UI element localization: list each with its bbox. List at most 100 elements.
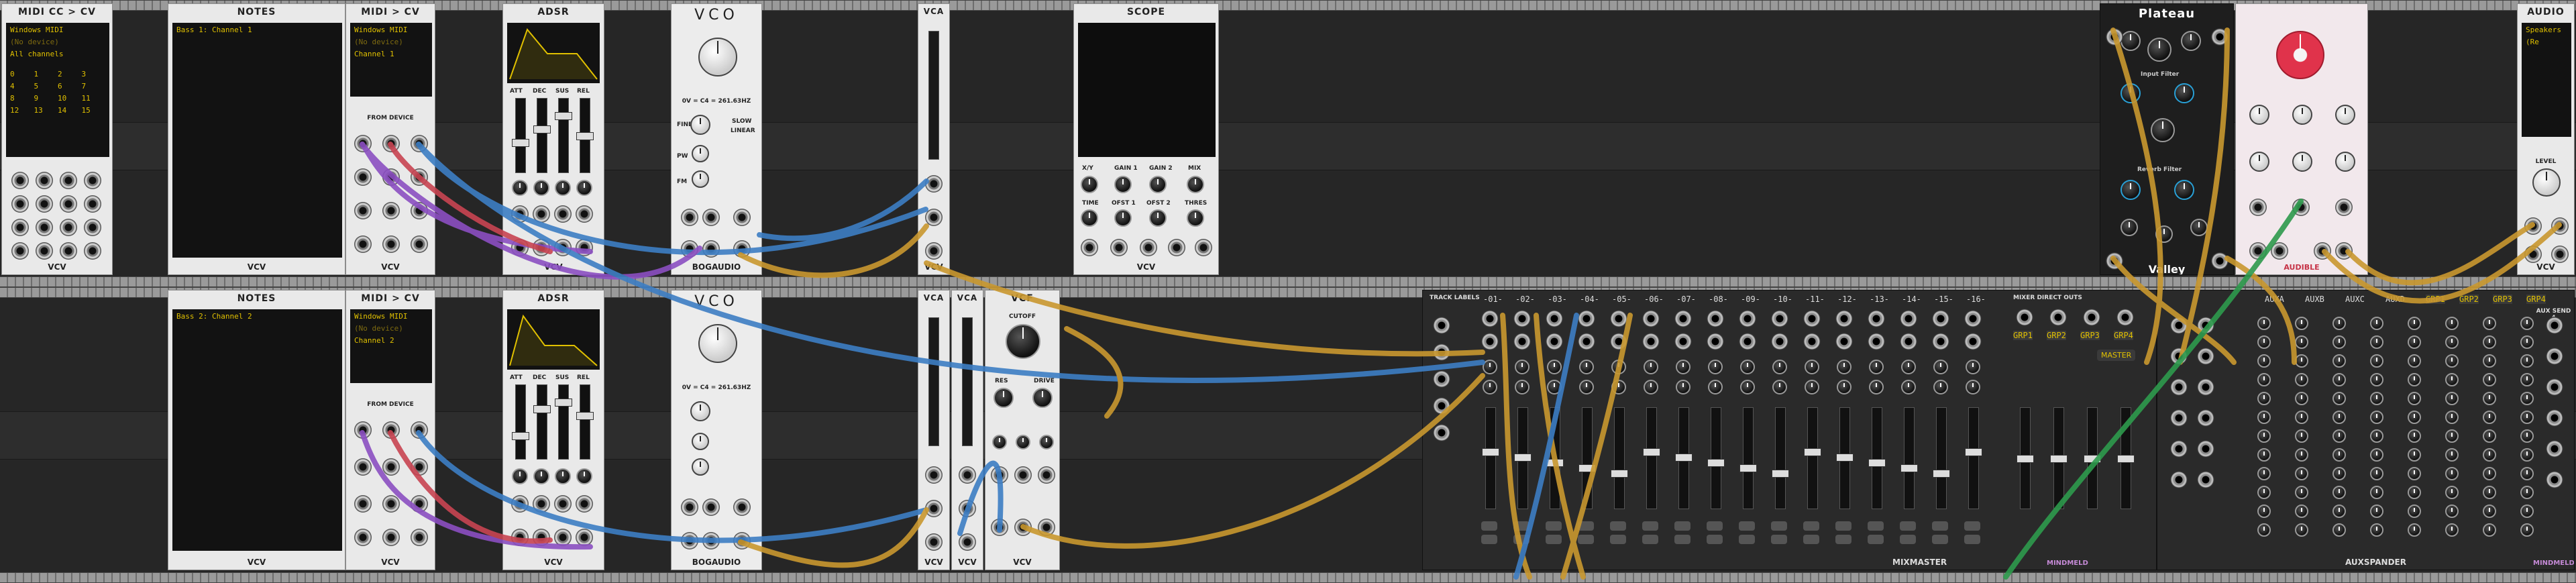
mute-button[interactable] [1964,521,1980,531]
diffuse-knob[interactable] [2151,118,2175,142]
device-label[interactable]: (No device) [354,36,428,48]
aux-send-knob[interactable] [2445,411,2459,424]
aux-send-knob[interactable] [2295,392,2308,405]
aux-send-knob[interactable] [2408,411,2421,424]
track-left-input-jack[interactable] [1771,310,1788,327]
group-fader[interactable] [2117,407,2135,509]
aux-send-knob[interactable] [2332,467,2346,480]
track-fader[interactable] [1578,407,1596,509]
drive-cv-jack[interactable] [1038,466,1055,484]
aux-send-knob[interactable] [2257,523,2271,537]
channel-label[interactable]: Channel 2 [354,335,428,347]
aux-send-knob[interactable] [2408,373,2421,386]
cc-output-jack[interactable] [36,219,53,236]
aftertouch-output-jack[interactable] [354,458,372,476]
group-output-jack[interactable] [2049,309,2067,326]
aux-send-knob[interactable] [2520,392,2534,405]
mute-button[interactable] [1932,521,1948,531]
attack-slider[interactable] [512,98,529,173]
solo-button[interactable] [1900,535,1916,544]
aux-send-knob[interactable] [2520,354,2534,368]
sustain-slider[interactable] [555,98,572,173]
input-jack[interactable] [2249,242,2267,260]
aux-send-knob[interactable] [2370,505,2383,518]
vcf-module[interactable]: VCF CUTOFF RES DRIVE VCV [985,290,1060,570]
aux-send-knob[interactable] [2408,523,2421,537]
attack-cv-jack[interactable] [511,205,529,223]
voct-input-jack[interactable] [681,532,698,549]
track-aux-knob[interactable] [1837,380,1851,394]
track-aux-knob[interactable] [1869,380,1884,394]
mute-button[interactable] [1642,521,1658,531]
output-jack[interactable] [2314,242,2331,260]
mixer-input-jack[interactable] [1433,370,1450,388]
aux-send-knob[interactable] [2295,373,2308,386]
cc-cell[interactable]: 13 [34,105,58,117]
driver-label[interactable]: Windows MIDI [354,24,428,36]
aux-send-knob[interactable] [2257,429,2271,443]
attack-cv-jack[interactable] [511,495,529,513]
cc-output-jack[interactable] [84,172,101,189]
cv-input-jack[interactable] [959,466,976,484]
aux-send-knob[interactable] [2408,505,2421,518]
aux-send-knob[interactable] [2483,429,2496,443]
aux-return-jack[interactable] [2170,471,2188,488]
cv-jack[interactable] [2335,199,2353,216]
offset1-knob[interactable] [1114,209,1132,227]
aux-send-knob[interactable] [2257,373,2271,386]
cc-cell[interactable]: 0 [10,68,34,81]
track-left-input-jack[interactable] [1546,310,1563,327]
track-fader[interactable] [1772,407,1789,509]
clock-div-output-jack[interactable] [411,495,428,513]
aux-send-knob[interactable] [2408,486,2421,499]
track-aux-knob[interactable] [1901,380,1916,394]
solo-button[interactable] [1868,535,1884,544]
aux-send-knob[interactable] [2483,354,2496,368]
decay-cv-jack[interactable] [533,205,550,223]
audio-input-jack[interactable] [925,500,943,517]
aux-send-knob[interactable] [2332,505,2346,518]
pitchwheel-output-jack[interactable] [382,458,400,476]
mute-button[interactable] [1513,521,1529,531]
envelope-output-jack[interactable] [576,239,593,256]
clock-output-jack[interactable] [382,202,400,219]
aux-send-knob[interactable] [2370,411,2383,424]
track-left-input-jack[interactable] [1513,310,1531,327]
solo-button[interactable] [1707,535,1723,544]
scope-module[interactable]: SCOPE X/Y GAIN 1 GAIN 2 MIX TIME OFST 1 … [1073,3,1219,275]
aux-send-knob[interactable] [2295,335,2308,349]
track-left-input-jack[interactable] [1803,310,1821,327]
mute-button[interactable] [1771,521,1787,531]
track-fader[interactable] [1675,407,1693,509]
sustain-cv-jack[interactable] [554,205,572,223]
track-right-input-jack[interactable] [1771,333,1788,350]
adsr-module[interactable]: ADSR ATT DEC SUS REL VCV [502,3,604,275]
cc-cell[interactable]: 14 [58,105,82,117]
aux-send-knob[interactable] [2445,373,2459,386]
aux-send-knob[interactable] [2408,448,2421,462]
aux-send-knob[interactable] [2332,429,2346,443]
right-input-jack[interactable] [2551,217,2569,235]
track-right-input-jack[interactable] [1900,333,1917,350]
freq-knob[interactable] [2292,105,2312,125]
cc-output-jack[interactable] [84,195,101,213]
aux-send-knob[interactable] [2295,448,2308,462]
aux-send-knob[interactable] [2332,411,2346,424]
lpf-output-jack[interactable] [1014,519,1032,536]
level-meter[interactable] [928,317,939,446]
vca-module[interactable]: VCA VCV [918,290,950,570]
decay-knob[interactable] [2181,31,2201,51]
time-knob[interactable] [2292,152,2312,172]
cc-cell[interactable]: 11 [82,93,106,105]
start-output-jack[interactable] [354,235,372,253]
mute-button[interactable] [1578,521,1594,531]
stop-output-jack[interactable] [382,235,400,253]
mod-speed-knob[interactable] [2121,219,2138,236]
mixer-input-jack[interactable] [1433,343,1450,361]
track-right-input-jack[interactable] [1481,333,1499,350]
aux-send-knob[interactable] [2520,317,2534,330]
voct-output-jack[interactable] [354,135,372,152]
aux-send-knob[interactable] [2295,523,2308,537]
retrig-input-jack[interactable] [554,239,572,256]
aux-send-knob[interactable] [2257,354,2271,368]
